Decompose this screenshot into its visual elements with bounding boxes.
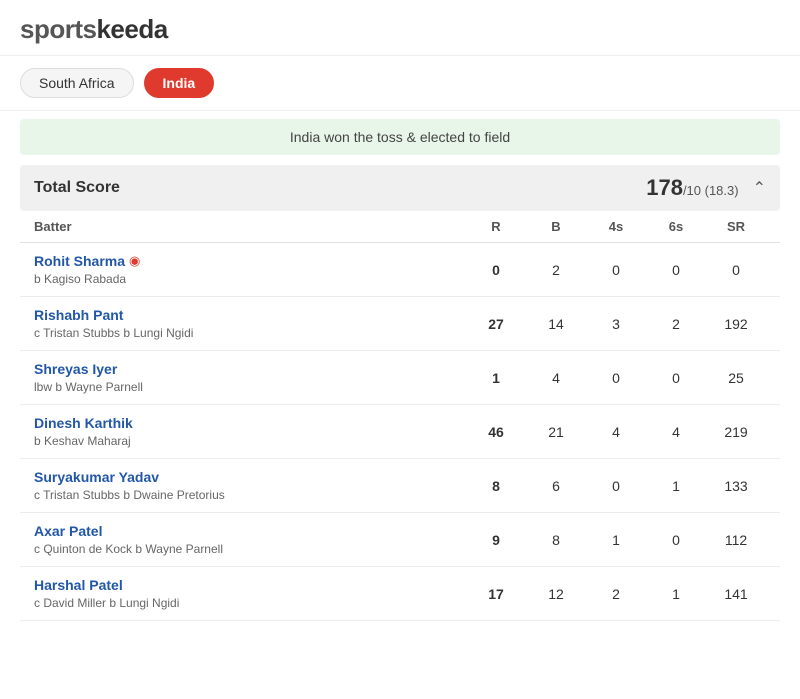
table-row: Harshal Patel c David Miller b Lungi Ngi… xyxy=(20,567,780,621)
team-tabs-container: South Africa India xyxy=(0,56,800,111)
score-runs: 178 xyxy=(646,175,683,200)
site-logo: sportskeeda xyxy=(20,14,780,45)
total-score-label: Total Score xyxy=(34,179,120,197)
stat-balls: 21 xyxy=(526,424,586,440)
batter-dismissal: c David Miller b Lungi Ngidi xyxy=(34,596,466,610)
table-row: Suryakumar Yadav c Tristan Stubbs b Dwai… xyxy=(20,459,780,513)
stat-fours: 1 xyxy=(586,532,646,548)
total-score-main: 178/10 (18.3) xyxy=(646,175,738,201)
stat-sixes: 4 xyxy=(646,424,706,440)
stat-balls: 12 xyxy=(526,586,586,602)
batter-dismissal: b Kagiso Rabada xyxy=(34,272,466,286)
batter-dismissal: b Keshav Maharaj xyxy=(34,434,466,448)
wicket-icon: ◉ xyxy=(129,253,140,269)
stat-sr: 112 xyxy=(706,532,766,548)
team-tab-india[interactable]: India xyxy=(144,68,215,98)
stat-fours: 3 xyxy=(586,316,646,332)
stat-balls: 6 xyxy=(526,478,586,494)
logo-part1: sports xyxy=(20,14,96,44)
stat-fours: 4 xyxy=(586,424,646,440)
col-sr: SR xyxy=(706,219,766,234)
total-score-row: Total Score 178/10 (18.3) ⌃ xyxy=(20,165,780,211)
scorecard: Total Score 178/10 (18.3) ⌃ Batter R B 4… xyxy=(20,165,780,621)
table-row: Rohit Sharma ◉ b Kagiso Rabada 0 2 0 0 0 xyxy=(20,243,780,297)
stat-runs: 17 xyxy=(466,586,526,602)
batter-dismissal: c Tristan Stubbs b Dwaine Pretorius xyxy=(34,488,466,502)
total-score-value: 178/10 (18.3) ⌃ xyxy=(646,175,766,201)
stat-balls: 8 xyxy=(526,532,586,548)
col-4s: 4s xyxy=(586,219,646,234)
stat-runs: 9 xyxy=(466,532,526,548)
table-row: Axar Patel c Quinton de Kock b Wayne Par… xyxy=(20,513,780,567)
batter-name[interactable]: Axar Patel xyxy=(34,523,102,539)
score-detail: /10 (18.3) xyxy=(683,183,739,198)
batter-name[interactable]: Rishabh Pant xyxy=(34,307,123,323)
table-row: Rishabh Pant c Tristan Stubbs b Lungi Ng… xyxy=(20,297,780,351)
stat-sr: 141 xyxy=(706,586,766,602)
batter-name[interactable]: Rohit Sharma xyxy=(34,253,125,269)
batter-name[interactable]: Harshal Patel xyxy=(34,577,123,593)
batter-dismissal: c Quinton de Kock b Wayne Parnell xyxy=(34,542,466,556)
batter-name[interactable]: Suryakumar Yadav xyxy=(34,469,159,485)
stat-fours: 2 xyxy=(586,586,646,602)
stat-sixes: 1 xyxy=(646,586,706,602)
stat-sixes: 2 xyxy=(646,316,706,332)
stat-sr: 0 xyxy=(706,262,766,278)
table-row: Shreyas Iyer lbw b Wayne Parnell 1 4 0 0… xyxy=(20,351,780,405)
batters-container: Rohit Sharma ◉ b Kagiso Rabada 0 2 0 0 0… xyxy=(20,243,780,621)
table-row: Dinesh Karthik b Keshav Maharaj 46 21 4 … xyxy=(20,405,780,459)
collapse-icon[interactable]: ⌃ xyxy=(753,178,766,198)
stat-fours: 0 xyxy=(586,478,646,494)
stat-runs: 8 xyxy=(466,478,526,494)
stat-balls: 2 xyxy=(526,262,586,278)
batter-name[interactable]: Shreyas Iyer xyxy=(34,361,117,377)
col-r: R xyxy=(466,219,526,234)
stat-runs: 46 xyxy=(466,424,526,440)
stat-sr: 219 xyxy=(706,424,766,440)
stat-sixes: 0 xyxy=(646,370,706,386)
stat-sr: 25 xyxy=(706,370,766,386)
toss-text: India won the toss & elected to field xyxy=(290,129,510,145)
stat-sr: 192 xyxy=(706,316,766,332)
toss-banner: India won the toss & elected to field xyxy=(20,119,780,155)
col-batter: Batter xyxy=(34,219,466,234)
batter-name[interactable]: Dinesh Karthik xyxy=(34,415,133,431)
stat-runs: 1 xyxy=(466,370,526,386)
logo-part2: keeda xyxy=(96,14,167,44)
stat-sixes: 0 xyxy=(646,532,706,548)
col-b: B xyxy=(526,219,586,234)
stat-balls: 14 xyxy=(526,316,586,332)
col-6s: 6s xyxy=(646,219,706,234)
stat-fours: 0 xyxy=(586,262,646,278)
stat-fours: 0 xyxy=(586,370,646,386)
team-tab-south-africa[interactable]: South Africa xyxy=(20,68,134,98)
site-header: sportskeeda xyxy=(0,0,800,56)
stat-runs: 0 xyxy=(466,262,526,278)
stat-sixes: 0 xyxy=(646,262,706,278)
batter-dismissal: lbw b Wayne Parnell xyxy=(34,380,466,394)
batter-dismissal: c Tristan Stubbs b Lungi Ngidi xyxy=(34,326,466,340)
stat-sr: 133 xyxy=(706,478,766,494)
stat-runs: 27 xyxy=(466,316,526,332)
stat-sixes: 1 xyxy=(646,478,706,494)
stat-balls: 4 xyxy=(526,370,586,386)
table-header: Batter R B 4s 6s SR xyxy=(20,211,780,243)
